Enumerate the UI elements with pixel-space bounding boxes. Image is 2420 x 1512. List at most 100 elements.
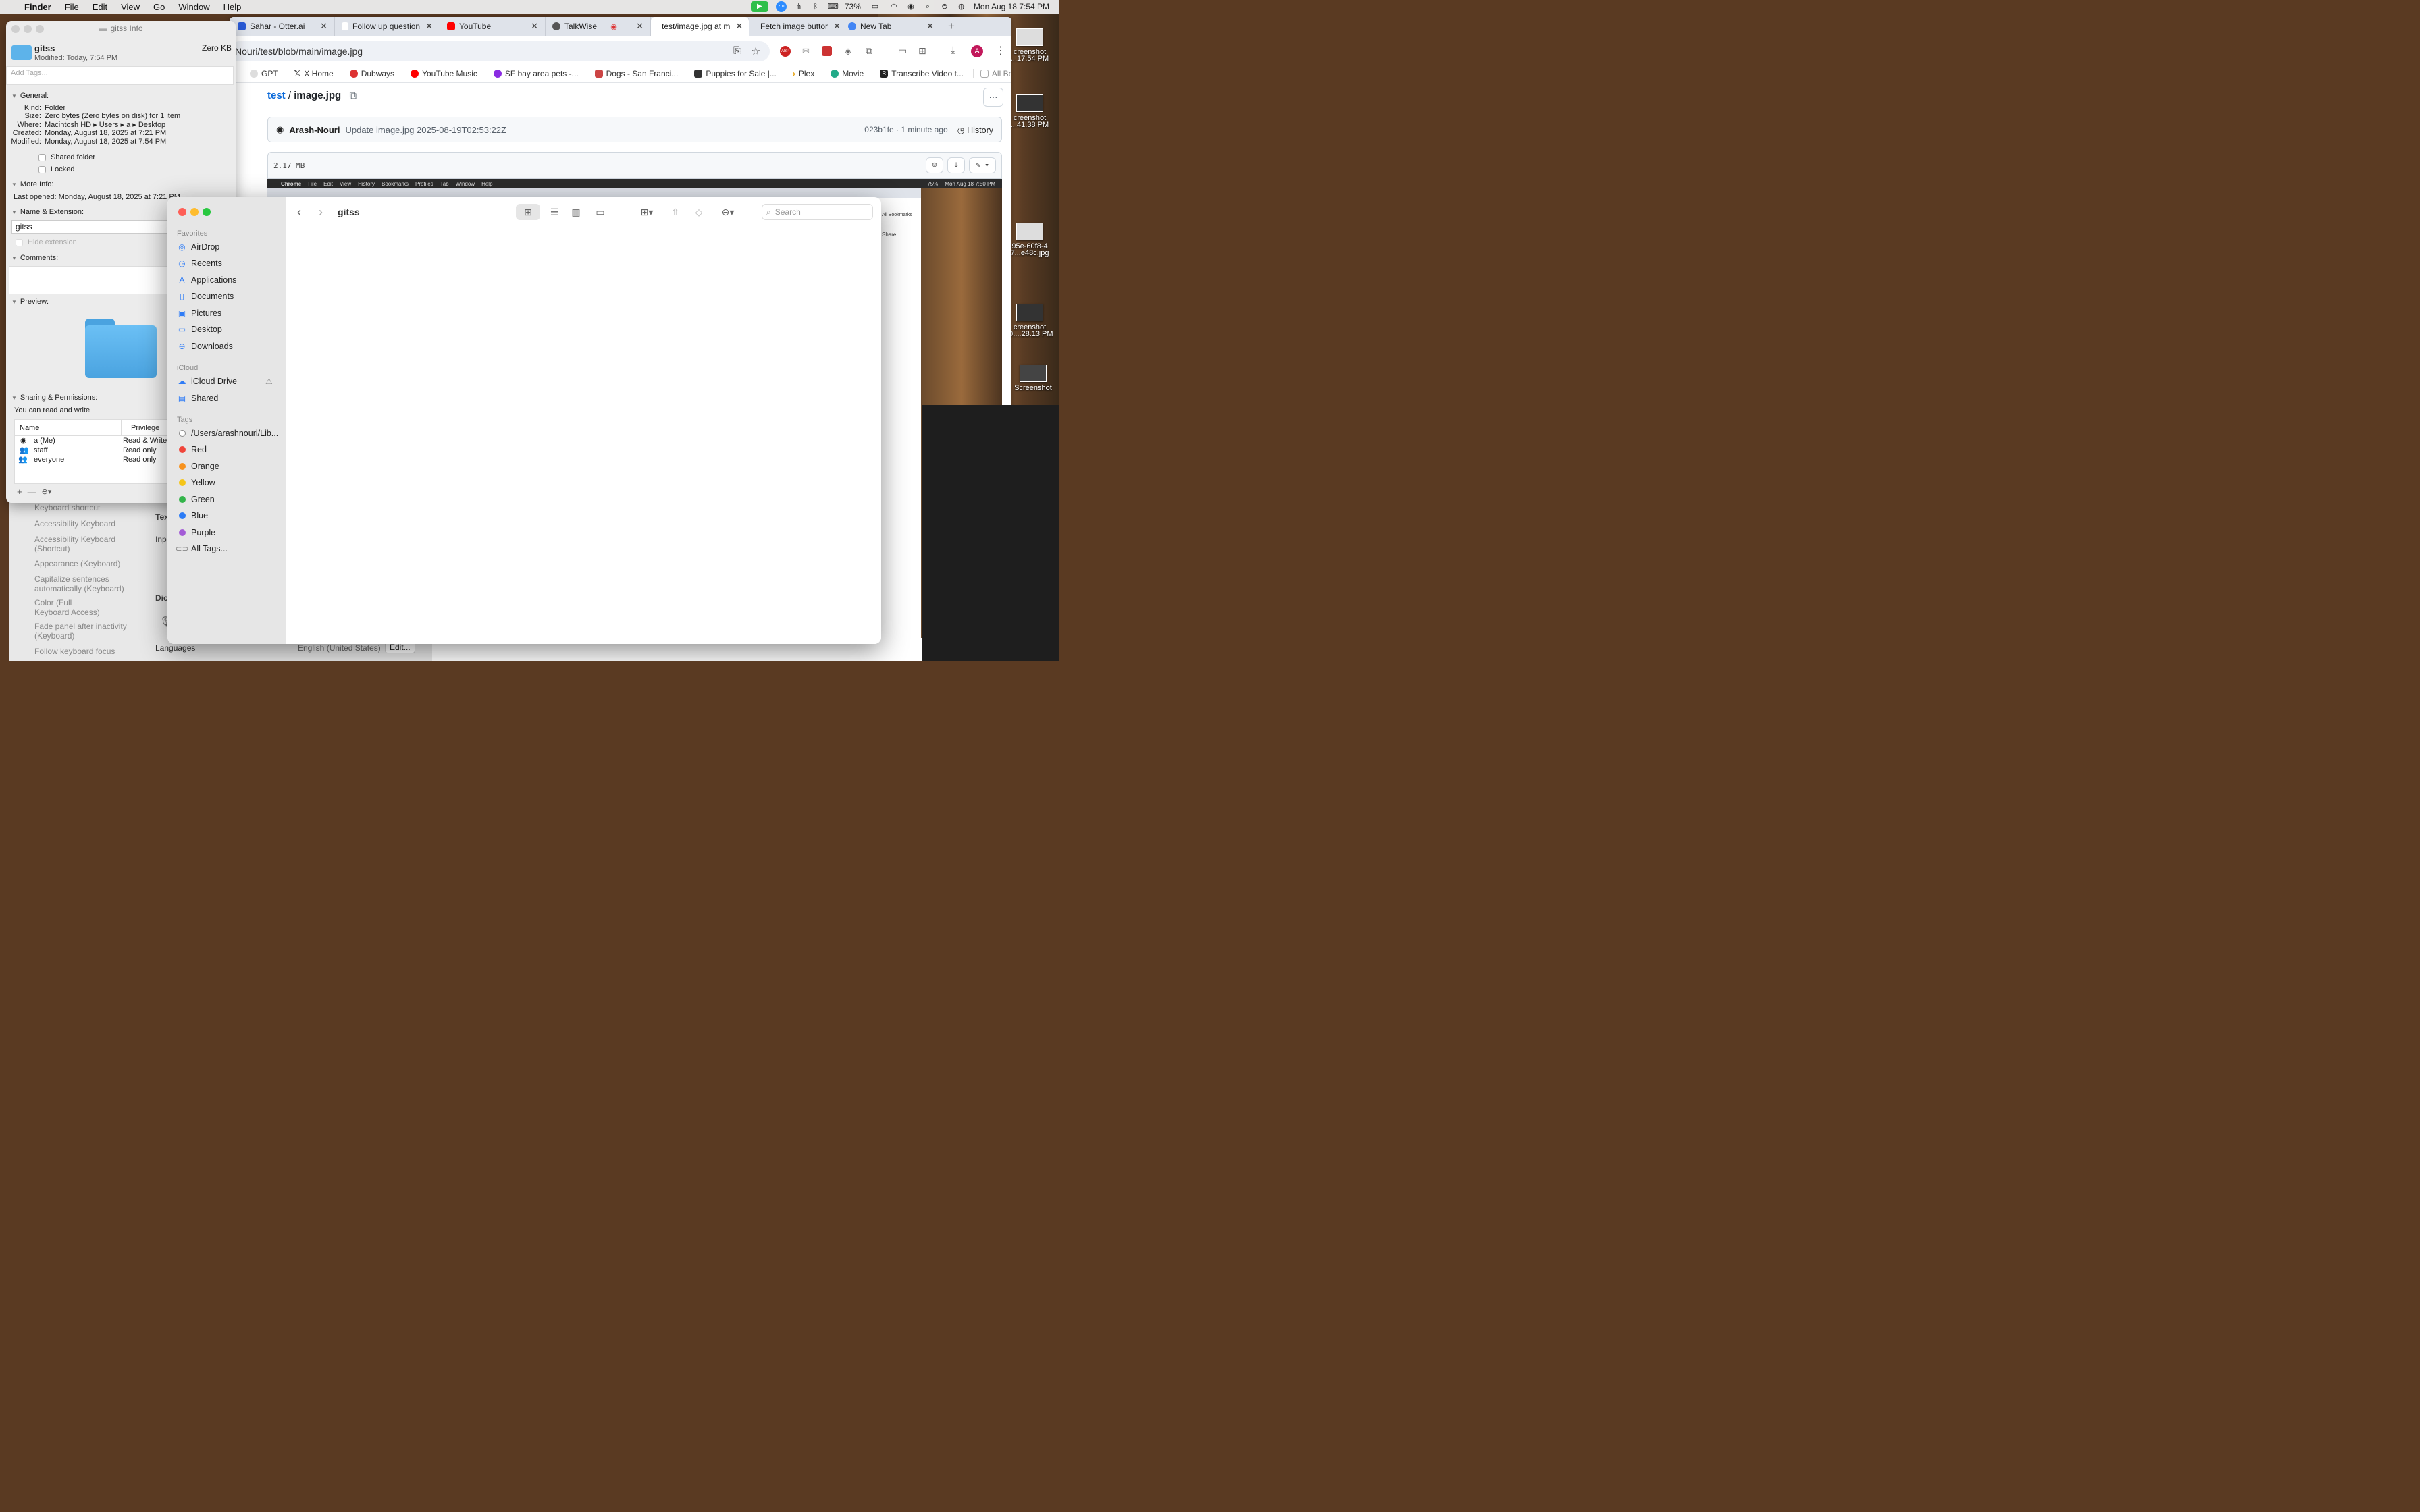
zoom-icon[interactable]: zm [775, 1, 787, 12]
sidebar-tag-blue[interactable]: Blue [178, 511, 208, 520]
syspref-item[interactable]: Appearance (Keyboard) [34, 559, 120, 568]
extension-icon[interactable]: ◈ [845, 46, 851, 57]
tab-github-image[interactable]: test/image.jpg at m ✕ [651, 17, 749, 36]
search-field[interactable]: ⌕ Search [762, 204, 873, 220]
minimize-button[interactable] [24, 25, 32, 33]
syspref-item[interactable]: Accessibility Keyboard [34, 519, 115, 529]
tab-followup[interactable]: Follow up question ✕ [335, 17, 440, 36]
syspref-item[interactable]: Capitalize sentences automatically (Keyb… [34, 574, 129, 593]
desktop-file-2[interactable]: creenshot ...41.38 PM [1006, 94, 1053, 129]
control-center-icon[interactable]: ⊜ [940, 3, 949, 11]
sidebar-tag-orange[interactable]: Orange [178, 462, 219, 471]
copilot-icon[interactable]: ☺ [926, 157, 943, 173]
perm-privilege[interactable]: Read only [123, 456, 157, 464]
shared-folder-checkbox[interactable]: Shared folder [38, 153, 95, 161]
sidebar-item-airdrop[interactable]: ◎ AirDrop [178, 242, 219, 252]
close-icon[interactable]: ✕ [730, 21, 743, 32]
action-menu-icon[interactable]: ⊖▾ [716, 204, 740, 220]
address-bar[interactable]: Nouri/test/blob/main/image.jpg [230, 41, 770, 61]
bookmark-gpt[interactable]: GPT [243, 69, 285, 78]
menu-go[interactable]: Go [147, 2, 172, 12]
tags-field[interactable]: Add Tags... [6, 66, 234, 85]
profile-avatar[interactable]: A [971, 45, 983, 57]
perm-privilege[interactable]: Read only [123, 446, 157, 454]
finder-content-area[interactable] [286, 227, 881, 644]
copy-path-icon[interactable]: ⧉ [349, 90, 357, 101]
sidebar-tag-yellow[interactable]: Yellow [178, 478, 215, 487]
sidebar-item-downloads[interactable]: ⊕ Downloads [178, 342, 232, 351]
tab-search-icon[interactable]: ⊞ [918, 45, 926, 57]
battery-icon[interactable]: ▭ [868, 3, 882, 11]
desktop-file-1[interactable]: creenshot ...17.54 PM [1006, 28, 1053, 63]
share-icon[interactable]: ⇧ [667, 204, 683, 220]
commit-meta[interactable]: 023b1fe · 1 minute ago [864, 125, 947, 134]
zoom-button[interactable] [36, 25, 44, 33]
menu-edit[interactable]: Edit [86, 2, 114, 12]
puzzle-icon[interactable]: ⧉ [866, 45, 872, 57]
syspref-item[interactable]: Fade panel after inactivity (Keyboard) [34, 622, 136, 641]
siri-icon[interactable]: ◍ [957, 3, 966, 11]
general-section-header[interactable]: ▼ General: [6, 92, 49, 100]
icon-view-icon[interactable]: ⊞ [516, 204, 540, 220]
syspref-item[interactable]: Follow keyboard focus [34, 647, 115, 656]
facetime-icon[interactable]: ▶ [750, 1, 768, 12]
repo-link[interactable]: test [267, 90, 286, 101]
menu-file[interactable]: File [58, 2, 86, 12]
menu-kebab-icon[interactable]: ⋮ [995, 44, 1006, 57]
close-button[interactable] [178, 208, 186, 216]
zoom-button[interactable] [203, 208, 211, 216]
column-header-name[interactable]: Name [20, 424, 39, 432]
extension-icon[interactable] [822, 46, 832, 56]
download-icon[interactable]: ⤓ [951, 45, 955, 56]
search-icon[interactable]: ⌕ [923, 3, 932, 11]
close-icon[interactable]: ✕ [420, 21, 433, 32]
sidebar-tag[interactable]: /Users/arashnouri/Lib... [178, 429, 278, 438]
bookmark-x-home[interactable]: 𝕏X Home [288, 69, 340, 78]
forward-icon[interactable]: › [319, 205, 323, 219]
sidebar-item-all-tags[interactable]: ⊂⊃ All Tags... [175, 544, 228, 554]
sharing-section-header[interactable]: ▼ Sharing & Permissions: [6, 394, 97, 402]
name-extension-section-header[interactable]: ▼ Name & Extension: [6, 208, 84, 216]
bookmark-movie[interactable]: Movie [824, 69, 870, 78]
tab-talkwise[interactable]: TalkWise ◉ ✕ [546, 17, 651, 36]
group-by-icon[interactable]: ⊞▾ [635, 204, 659, 220]
back-icon[interactable]: ‹ [297, 205, 301, 219]
tab-youtube[interactable]: YouTube ✕ [440, 17, 546, 36]
sidebar-item-pictures[interactable]: ▣ Pictures [178, 308, 221, 318]
history-button[interactable]: ◷ History [957, 125, 993, 135]
desktop-file-3[interactable]: 95e-60f8-4 7...e48c.jpg [1006, 223, 1053, 257]
column-view-icon[interactable]: ▥ [567, 204, 585, 220]
locked-checkbox[interactable]: Locked [38, 165, 74, 173]
keyboard-icon[interactable]: ⌨ [828, 3, 839, 11]
bookmark-plex[interactable]: › Plex [786, 69, 821, 78]
sidebar-tag-purple[interactable]: Purple [178, 528, 215, 537]
more-options-button[interactable]: ··· [983, 88, 1003, 107]
hide-extension-checkbox[interactable]: Hide extension [16, 238, 77, 246]
close-button[interactable] [11, 25, 20, 33]
perm-privilege[interactable]: Read & Write [123, 437, 167, 445]
wifi-icon[interactable]: ◠ [889, 3, 899, 11]
desktop-file-5[interactable]: Screenshot [1009, 364, 1057, 392]
download-raw-icon[interactable]: ⤓ [947, 157, 965, 173]
bookmark-dogs-sf[interactable]: Dogs - San Franci... [588, 69, 685, 78]
remove-icon[interactable]: — [28, 487, 36, 497]
cast-icon[interactable]: ▭ [898, 45, 907, 57]
all-bookmarks[interactable]: All Bookmarks [972, 68, 1011, 78]
tab-new-tab[interactable]: New Tab ✕ [841, 17, 941, 36]
sidebar-item-shared[interactable]: ▤ Shared [178, 394, 218, 403]
sidebar-tag-green[interactable]: Green [178, 495, 215, 504]
sidebar-item-icloud-drive[interactable]: ☁ iCloud Drive [178, 377, 238, 386]
syspref-item[interactable]: Accessibility Keyboard (Shortcut) [34, 535, 129, 554]
list-view-icon[interactable]: ☰ [546, 204, 563, 220]
bookmark-sf-pets[interactable]: SF bay area pets -... [487, 69, 585, 78]
menu-window[interactable]: Window [172, 2, 216, 12]
close-icon[interactable]: ✕ [525, 21, 538, 32]
tag-icon[interactable]: ◇ [691, 204, 707, 220]
sidebar-item-desktop[interactable]: ▭ Desktop [178, 325, 222, 334]
install-app-icon[interactable]: ⎘ [733, 45, 741, 57]
gallery-view-icon[interactable]: ▭ [591, 204, 609, 220]
commit-message[interactable]: Update image.jpg 2025-08-19T02:53:22Z [345, 125, 506, 135]
bookmark-youtube-music[interactable]: YouTube Music [404, 69, 484, 78]
tab-fetch-image[interactable]: Fetch image buttor ✕ [749, 17, 841, 36]
comments-section-header[interactable]: ▼ Comments: [6, 254, 58, 262]
